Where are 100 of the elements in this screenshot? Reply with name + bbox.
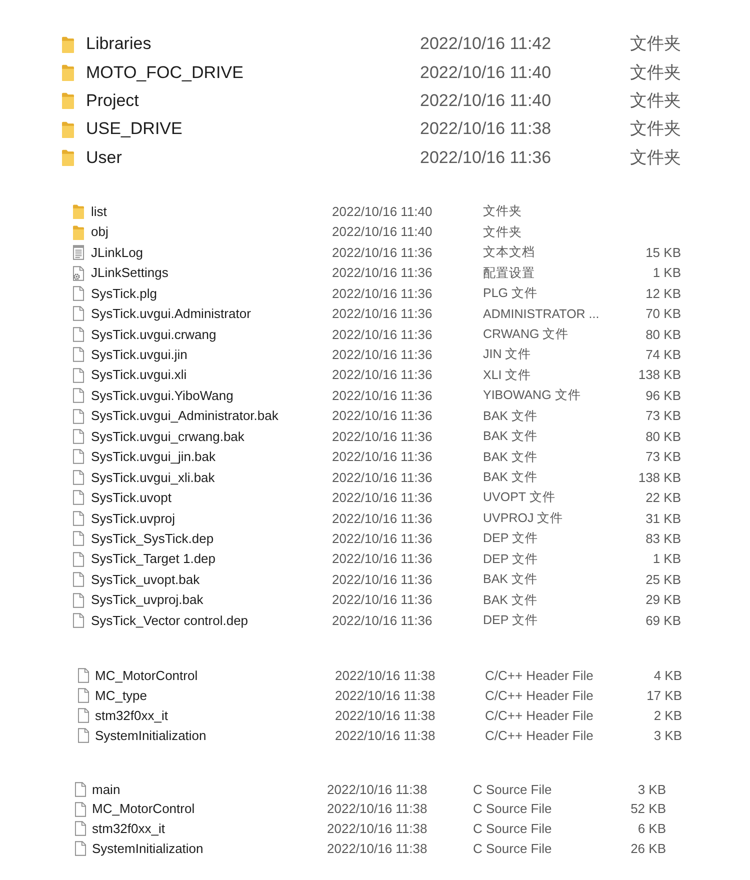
file-name[interactable]: SysTick.uvgui_jin.bak (91, 447, 216, 467)
modified-date: 2022/10/16 11:38 (327, 780, 428, 799)
file-icon (73, 592, 84, 608)
file-name[interactable]: SysTick_uvopt.bak (91, 570, 200, 590)
file-icon (73, 552, 84, 567)
file-name[interactable]: MC_MotorControl (92, 799, 195, 819)
modified-date: 2022/10/16 11:40 (420, 62, 552, 84)
modified-date: 2022/10/16 11:36 (332, 264, 432, 282)
file-type: 文件夹 (630, 146, 681, 169)
file-name[interactable]: Project (86, 88, 139, 114)
file-name[interactable]: SysTick.uvopt (91, 488, 172, 508)
file-name[interactable]: stm32f0xx_it (95, 706, 168, 726)
folder-icon (62, 148, 74, 166)
file-type: BAK 文件 (483, 428, 538, 446)
file-name[interactable]: JLinkSettings (91, 263, 168, 283)
file-size: 73 KB (646, 407, 681, 426)
file-size: 25 KB (646, 570, 681, 589)
modified-date: 2022/10/16 11:36 (332, 346, 432, 364)
modified-date: 2022/10/16 11:42 (420, 33, 552, 56)
file-name[interactable]: SystemInitialization (95, 726, 206, 746)
file-size: 1 KB (652, 264, 681, 282)
modified-date: 2022/10/16 11:36 (332, 612, 432, 630)
file-icon (78, 668, 89, 684)
file-size: 1 KB (652, 550, 681, 568)
modified-date: 2022/10/16 11:36 (332, 366, 432, 384)
file-name[interactable]: Libraries (86, 31, 152, 57)
file-size: 15 KB (646, 244, 681, 262)
file-name[interactable]: SysTick.uvgui.xli (91, 365, 187, 385)
modified-date: 2022/10/16 11:38 (335, 686, 436, 705)
file-name[interactable]: SysTick.uvgui.YiboWang (91, 386, 234, 406)
file-icon (78, 708, 89, 724)
file-name[interactable]: stm32f0xx_it (92, 819, 165, 839)
gear-file-icon (73, 266, 84, 281)
file-type: XLI 文件 (483, 366, 532, 384)
file-icon (73, 449, 84, 464)
file-name[interactable]: SysTick_uvproj.bak (91, 590, 204, 610)
file-icon (73, 408, 84, 424)
text-file-icon (73, 245, 84, 260)
file-icon (73, 470, 84, 485)
modified-date: 2022/10/16 11:36 (332, 407, 432, 426)
file-name[interactable]: SysTick.uvproj (91, 508, 176, 528)
modified-date: 2022/10/16 11:36 (332, 489, 432, 508)
file-size: 26 KB (630, 840, 666, 858)
file-name[interactable]: SysTick.uvgui.crwang (91, 324, 216, 344)
modified-date: 2022/10/16 11:38 (335, 706, 436, 725)
folder-icon (62, 120, 74, 138)
folder-icon (73, 204, 84, 220)
file-name[interactable]: User (86, 144, 122, 170)
file-size: 83 KB (646, 530, 681, 548)
file-size: 74 KB (646, 346, 681, 364)
file-type: BAK 文件 (483, 469, 538, 486)
modified-date: 2022/10/16 11:36 (420, 146, 552, 169)
file-name[interactable]: SysTick_SysTick.dep (91, 528, 214, 548)
file-type: C Source File (473, 780, 552, 799)
file-icon (78, 688, 89, 704)
file-type: C/C++ Header File (485, 686, 594, 705)
file-icon (73, 286, 84, 301)
file-name[interactable]: USE_DRIVE (86, 116, 182, 142)
file-name[interactable]: MOTO_FOC_DRIVE (86, 60, 244, 86)
modified-date: 2022/10/16 11:36 (332, 570, 432, 589)
file-icon (75, 782, 86, 798)
file-type: DEP 文件 (483, 530, 538, 548)
folder-icon (62, 64, 74, 81)
modified-date: 2022/10/16 11:40 (420, 90, 552, 112)
file-type: PLG 文件 (483, 285, 538, 302)
file-size: 3 KB (638, 780, 666, 799)
file-name[interactable]: SysTick.uvgui.jin (91, 345, 188, 365)
file-type: C/C++ Header File (485, 726, 594, 745)
file-name[interactable]: SysTick.uvgui.Administrator (91, 304, 251, 324)
modified-date: 2022/10/16 11:36 (332, 284, 432, 303)
file-size: 29 KB (646, 591, 681, 610)
file-type: C/C++ Header File (485, 666, 594, 685)
file-type: C Source File (473, 800, 552, 818)
modified-date: 2022/10/16 11:36 (332, 428, 432, 446)
file-type: UVPROJ 文件 (483, 510, 564, 527)
file-type: C/C++ Header File (485, 706, 594, 725)
file-name[interactable]: SysTick_Target 1.dep (91, 549, 216, 569)
file-size: 52 KB (630, 800, 666, 818)
modified-date: 2022/10/16 11:36 (332, 530, 432, 548)
file-type: CRWANG 文件 (483, 326, 569, 343)
file-name[interactable]: MC_MotorControl (95, 666, 198, 686)
modified-date: 2022/10/16 11:38 (335, 666, 436, 685)
file-name[interactable]: SysTick_Vector control.dep (91, 610, 248, 630)
file-name[interactable]: JLinkLog (91, 242, 144, 262)
file-size: 80 KB (646, 326, 681, 344)
file-name[interactable]: SysTick.uvgui_xli.bak (91, 468, 215, 488)
file-name[interactable]: SysTick.plg (91, 284, 157, 304)
file-icon (73, 368, 84, 383)
file-name[interactable]: list (91, 202, 107, 222)
file-name[interactable]: SystemInitialization (92, 838, 204, 858)
file-size: 70 KB (646, 305, 681, 324)
file-name[interactable]: MC_type (95, 686, 148, 706)
file-name[interactable]: main (92, 780, 120, 800)
file-icon (73, 388, 84, 404)
file-name[interactable]: SysTick.uvgui_crwang.bak (91, 426, 244, 446)
file-name[interactable]: SysTick.uvgui_Administrator.bak (91, 406, 278, 426)
file-name[interactable]: obj (91, 222, 108, 242)
file-size: 22 KB (646, 489, 681, 508)
file-type: 文件夹 (630, 118, 681, 140)
modified-date: 2022/10/16 11:36 (332, 305, 432, 324)
